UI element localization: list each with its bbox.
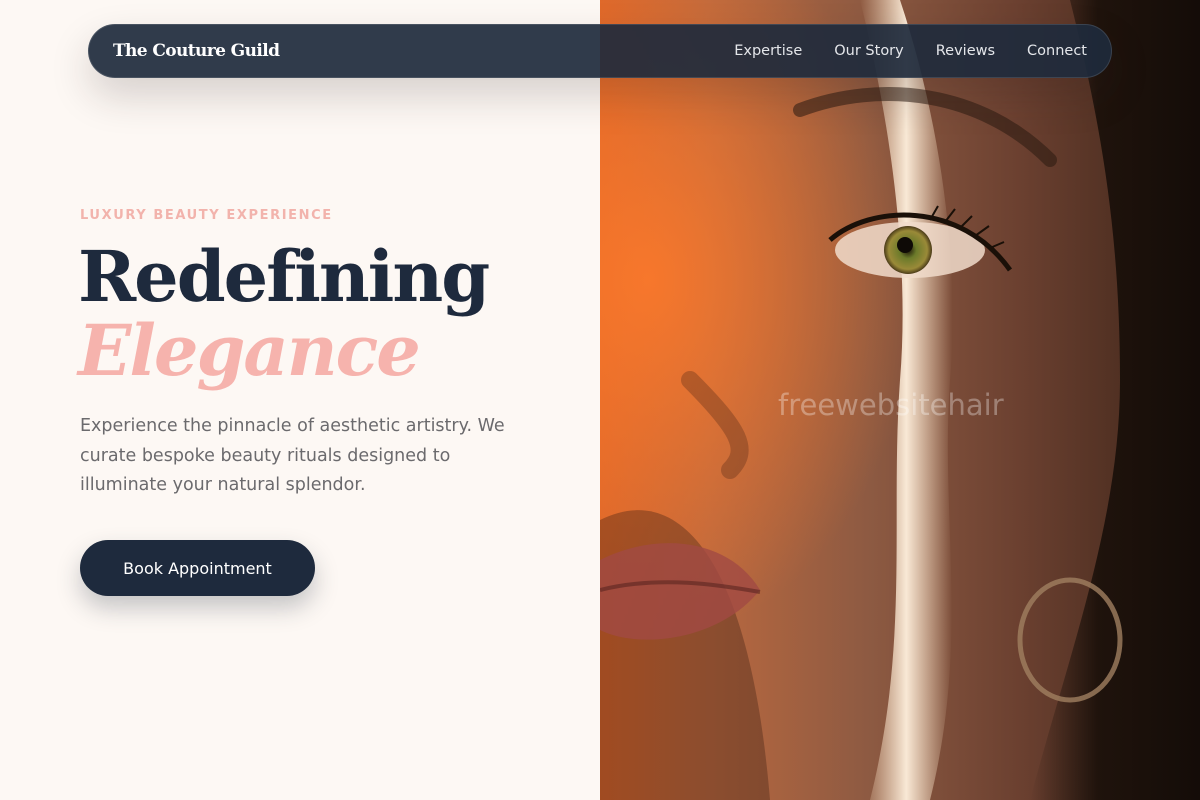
nav-link-our-story[interactable]: Our Story (834, 43, 903, 59)
brand-logo[interactable]: The Couture Guild (113, 41, 280, 61)
watermark-text: freewebsitehair (778, 388, 1004, 422)
hero-copy-panel (0, 0, 600, 800)
hero-headline-line1: Redefining (78, 235, 490, 318)
landing-page: freewebsitehair The Couture Guild Expert… (0, 0, 1200, 800)
nav-link-reviews[interactable]: Reviews (936, 43, 995, 59)
hero-headline-line2: Elegance (78, 309, 421, 392)
nav-link-connect[interactable]: Connect (1027, 43, 1087, 59)
nav-links: Expertise Our Story Reviews Connect (734, 43, 1087, 59)
book-appointment-button[interactable]: Book Appointment (80, 540, 315, 596)
hero-eyebrow: LUXURY BEAUTY EXPERIENCE (80, 208, 333, 223)
top-navbar: The Couture Guild Expertise Our Story Re… (88, 24, 1112, 78)
nav-link-expertise[interactable]: Expertise (734, 43, 802, 59)
hero-lede: Experience the pinnacle of aesthetic art… (80, 416, 505, 495)
